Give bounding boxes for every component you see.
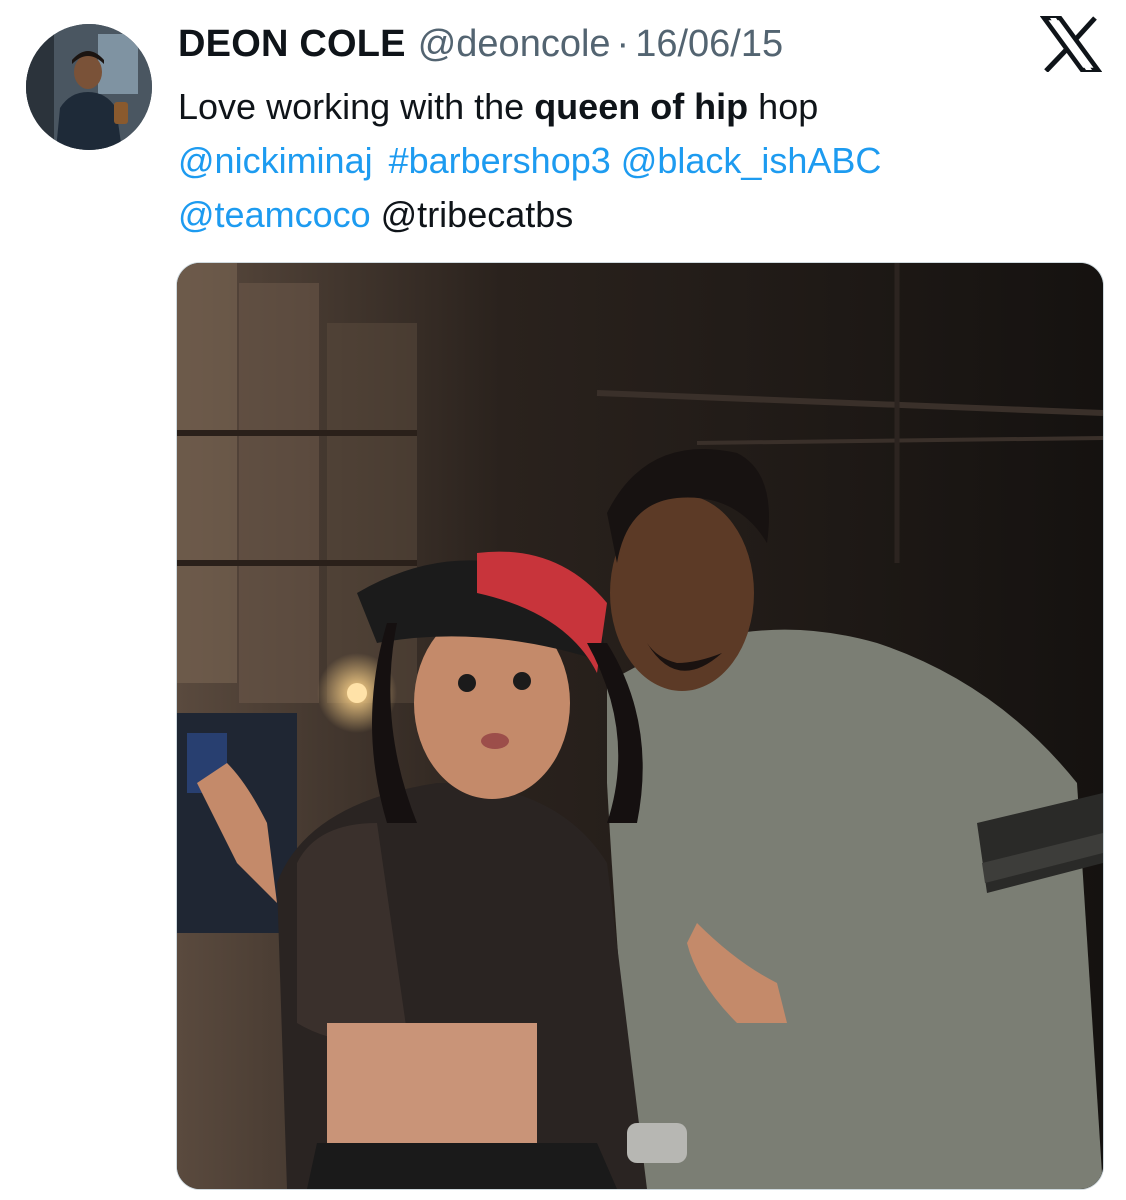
header-separator: · [616, 23, 630, 65]
tweet-text-part1: Love working with the [178, 86, 535, 127]
tweet-date[interactable]: 16/06/15 [635, 20, 783, 68]
tweet-card[interactable]: DEON COLE @deoncole · 16/06/15 Love work… [0, 0, 1126, 1200]
author-handle[interactable]: @deoncole [418, 20, 611, 68]
tweet-text-bold: queen of hip [534, 86, 749, 127]
tweet-text-part2: hop [748, 86, 819, 127]
photo-image [177, 263, 1103, 1189]
tweet-text-line-3: @teamcoco @tribecatbs [178, 188, 1078, 242]
avatar[interactable] [26, 24, 152, 150]
mention-teamcoco[interactable]: @teamcoco [178, 194, 371, 235]
mention-nickiminaj[interactable]: @nickiminaj [178, 140, 373, 181]
tweet-text: Love working with the queen of hip hop @… [178, 80, 1078, 242]
hashtag-barbershop3[interactable]: #barbershop3 [389, 140, 611, 181]
mention-black-ish[interactable]: @black_ishABC [621, 140, 882, 181]
avatar-image [26, 24, 152, 150]
tweet-text-line-1: Love working with the queen of hip hop [178, 80, 1078, 134]
x-logo-icon[interactable] [1039, 15, 1103, 73]
tweet-header: DEON COLE @deoncole · 16/06/15 [178, 20, 783, 68]
author-name[interactable]: DEON COLE [178, 20, 406, 68]
tweet-text-line-2: @nickiminaj #barbershop3 @black_ishABC [178, 134, 1078, 188]
mention-tribecatbs: @tribecatbs [380, 194, 574, 235]
tweet-photo[interactable] [176, 262, 1104, 1190]
